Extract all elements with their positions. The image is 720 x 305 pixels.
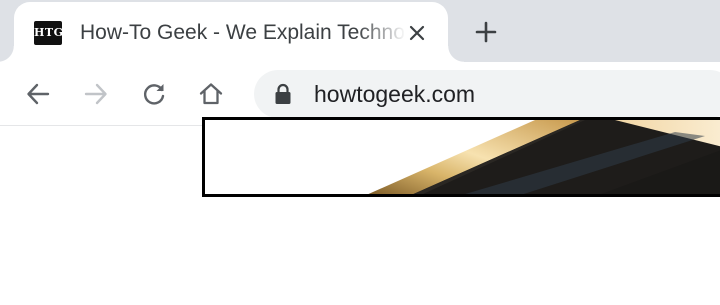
- lock-icon: [275, 83, 291, 104]
- forward-button[interactable]: [78, 76, 114, 112]
- home-button[interactable]: [193, 76, 229, 112]
- plus-icon: [475, 21, 497, 43]
- home-icon: [199, 83, 223, 105]
- back-button[interactable]: [20, 76, 56, 112]
- tab-strip: HTG How-To Geek - We Explain Technology: [0, 0, 720, 62]
- arrow-right-icon: [84, 83, 107, 105]
- hero-image: [202, 117, 720, 197]
- security-indicator[interactable]: [272, 83, 294, 105]
- laptop-photo: [205, 120, 720, 194]
- url-text: howtogeek.com: [314, 81, 476, 107]
- close-tab-button[interactable]: [402, 18, 432, 48]
- arrow-left-icon: [27, 83, 50, 105]
- active-tab[interactable]: HTG How-To Geek - We Explain Technology: [0, 2, 464, 62]
- new-tab-button[interactable]: [468, 14, 504, 50]
- site-favicon: HTG: [34, 21, 63, 45]
- close-icon: [409, 25, 425, 41]
- reload-button[interactable]: [136, 76, 172, 112]
- address-bar[interactable]: howtogeek.com: [254, 70, 720, 118]
- tab-title: How-To Geek - We Explain Technology: [80, 21, 406, 44]
- reload-icon: [143, 84, 165, 105]
